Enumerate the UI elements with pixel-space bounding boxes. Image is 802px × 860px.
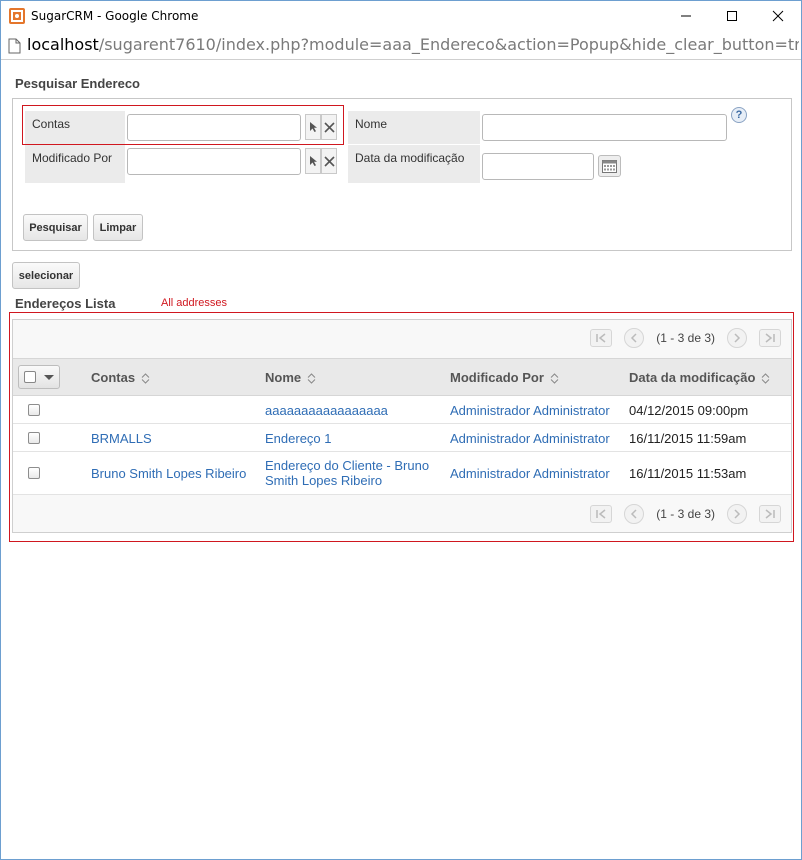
app-logo-icon [9,8,25,24]
browser-window: SugarCRM - Google Chrome localhost/sugar… [0,0,802,860]
row-contas-link[interactable]: BRMALLS [91,431,152,446]
first-page-button[interactable] [590,329,613,347]
maximize-icon [727,11,737,21]
mass-select-dropdown[interactable] [18,365,60,389]
column-header-nome[interactable]: Nome [265,370,316,385]
sort-icon [141,373,150,384]
help-icon[interactable]: ? [731,107,747,123]
page-icon [8,38,21,54]
row-modificado-por-link[interactable]: Administrador Administrator [450,431,610,446]
modificado-por-clear-button[interactable] [321,148,337,174]
column-header-label: Modificado Por [450,370,544,385]
next-page-icon [734,333,741,343]
calendar-button[interactable] [598,155,621,177]
pagination-text: (1 - 3 de 3) [656,331,715,345]
nome-label: Nome [348,111,480,144]
data-modificacao-input[interactable] [482,153,594,180]
column-header-label: Contas [91,370,136,385]
prev-page-button[interactable] [624,504,645,524]
first-page-button[interactable] [590,505,613,523]
search-button[interactable]: Pesquisar [23,214,88,241]
address-bar[interactable]: localhost/sugarent7610/index.php?module=… [1,32,801,60]
modificado-por-input[interactable] [127,148,301,175]
title-bar: SugarCRM - Google Chrome [1,1,801,32]
modificado-por-select-button[interactable] [305,148,321,174]
sort-icon [762,373,770,384]
all-addresses-annotation: All addresses [161,297,228,309]
modificado-por-label: Modificado Por [25,145,125,183]
row-nome-link[interactable]: aaaaaaaaaaaaaaaaa [265,403,388,418]
select-all-checkbox[interactable] [24,371,36,383]
pagination-bottom: (1 - 3 de 3) [584,504,787,524]
prev-page-button[interactable] [624,328,645,348]
column-header-label: Data da modificação [629,370,756,385]
first-page-icon [596,509,606,519]
next-page-icon [734,509,741,519]
clear-x-icon [323,155,335,167]
table-row: aaaaaaaaaaaaaaaaa Administrador Administ… [13,396,791,424]
sort-icon [550,373,559,384]
close-button[interactable] [755,1,801,31]
next-page-button[interactable] [727,504,747,524]
row-checkbox[interactable] [28,432,40,444]
clear-button[interactable]: Limpar [93,214,143,241]
next-page-button[interactable] [727,328,747,348]
pagination-top: (1 - 3 de 3) [584,328,787,348]
window-title: SugarCRM - Google Chrome [31,9,199,23]
column-header-modificado-por[interactable]: Modificado Por [450,370,559,385]
minimize-icon [681,15,691,17]
row-date: 04/12/2015 09:00pm [629,403,749,418]
sort-icon [307,373,316,384]
url-text[interactable]: localhost/sugarent7610/index.php?module=… [27,35,799,54]
row-modificado-por-link[interactable]: Administrador Administrator [450,403,610,418]
last-page-button[interactable] [759,329,781,347]
list-title: Endereços Lista [15,296,116,311]
row-date: 16/11/2015 11:53am [629,466,747,481]
row-checkbox[interactable] [28,404,40,416]
last-page-icon [765,333,775,343]
selecionar-button[interactable]: selecionar [12,262,80,289]
column-header-contas[interactable]: Contas [91,370,150,385]
table-row: Bruno Smith Lopes Ribeiro Endereço do Cl… [13,452,791,495]
calendar-icon [602,159,617,173]
search-title: Pesquisar Endereco [15,76,140,91]
first-page-icon [596,333,606,343]
nome-input[interactable] [482,114,727,141]
row-contas-link[interactable]: Bruno Smith Lopes Ribeiro [91,466,246,481]
url-path: /sugarent7610/index.php?module=aaa_Ender… [98,35,799,54]
url-host: localhost [27,35,99,54]
row-modificado-por-link[interactable]: Administrador Administrator [450,466,610,481]
row-nome-link[interactable]: Endereço 1 [265,431,332,446]
row-nome-link[interactable]: Endereço do Cliente - Bruno Smith Lopes … [265,458,441,488]
prev-page-icon [631,509,637,519]
table-header: Contas Nome Modificado Por Data da modif… [13,358,791,396]
last-page-button[interactable] [759,505,781,523]
dropdown-caret-icon [44,375,54,380]
column-header-label: Nome [265,370,302,385]
minimize-button[interactable] [663,1,709,31]
pagination-text: (1 - 3 de 3) [656,507,715,521]
contas-highlight-box [22,105,344,145]
row-date: 16/11/2015 11:59am [629,431,747,446]
table-row: BRMALLS Endereço 1 Administrador Adminis… [13,424,791,452]
close-icon [772,10,784,22]
row-checkbox[interactable] [28,467,40,479]
column-header-data-modificacao[interactable]: Data da modificação [629,370,770,385]
select-arrow-icon [310,156,317,166]
data-modificacao-label: Data da modificação [348,145,480,183]
maximize-button[interactable] [709,1,755,31]
list-panel: (1 - 3 de 3) Contas Nome Modificado Por … [12,319,792,533]
prev-page-icon [631,333,637,343]
last-page-icon [765,509,775,519]
